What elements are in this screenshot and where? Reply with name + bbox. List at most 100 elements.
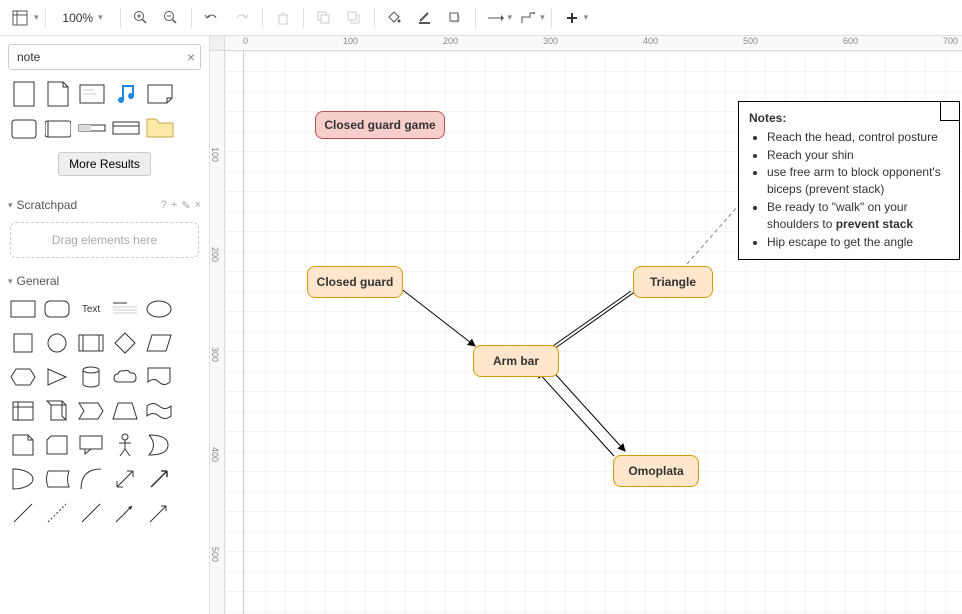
shape-scroll[interactable] <box>42 112 74 144</box>
zoom-out-button[interactable] <box>157 5 185 31</box>
gen-callout[interactable] <box>76 430 106 460</box>
gen-roundrect[interactable] <box>42 294 72 324</box>
to-front-button[interactable] <box>310 5 338 31</box>
node-omoplata[interactable]: Omoplata <box>613 455 699 487</box>
gen-blank5[interactable] <box>178 430 208 460</box>
scratchpad-dropzone[interactable]: Drag elements here <box>10 222 199 258</box>
ruler-corner <box>210 36 225 51</box>
zoom-select[interactable]: 100% ▾ <box>52 7 114 29</box>
caret-icon: ▾ <box>8 200 13 211</box>
gen-half-circle[interactable] <box>8 464 38 494</box>
connection-button[interactable] <box>482 5 510 31</box>
gen-square[interactable] <box>8 328 38 358</box>
note-item: use free arm to block opponent's biceps … <box>767 164 949 198</box>
general-header[interactable]: ▾ General <box>0 268 209 294</box>
scratchpad-title: Scratchpad <box>17 198 78 212</box>
gen-dashed-line[interactable] <box>42 498 72 528</box>
gen-blank4[interactable] <box>178 396 208 426</box>
gen-arrow[interactable] <box>144 464 174 494</box>
gen-document[interactable] <box>144 362 174 392</box>
node-armbar[interactable]: Arm bar <box>473 345 559 377</box>
gen-blank2[interactable] <box>178 328 208 358</box>
shape-music-note[interactable] <box>110 78 142 110</box>
view-button[interactable] <box>6 5 34 31</box>
gen-card[interactable] <box>42 430 72 460</box>
gen-blank3[interactable] <box>178 362 208 392</box>
toolbar: ▾ 100% ▾ ▾ ▾ <box>0 0 962 36</box>
scratchpad-edit-icon[interactable]: ✎ <box>181 199 190 212</box>
note-item: Reach the head, control posture <box>767 129 949 146</box>
search-shapes-grid <box>8 78 201 144</box>
scratchpad-header[interactable]: ▾ Scratchpad ? + ✎ × <box>0 192 209 218</box>
scratchpad-close-icon[interactable]: × <box>195 199 201 212</box>
gen-note[interactable] <box>8 430 38 460</box>
insert-button[interactable] <box>558 5 586 31</box>
shape-folder-note[interactable] <box>144 112 176 144</box>
gen-biarrow[interactable] <box>110 464 140 494</box>
gen-process[interactable] <box>76 328 106 358</box>
node-triangle[interactable]: Triangle <box>633 266 713 298</box>
gen-data[interactable] <box>42 464 72 494</box>
gen-arrow3[interactable] <box>144 498 174 528</box>
gen-trapezoid[interactable] <box>110 396 140 426</box>
notes-box[interactable]: Notes: Reach the head, control posture R… <box>738 101 960 260</box>
node-closed-guard[interactable]: Closed guard <box>307 266 403 298</box>
ruler-horizontal: 0 100 200 300 400 500 600 700 <box>225 36 962 51</box>
undo-button[interactable] <box>198 5 226 31</box>
notes-list: Reach the head, control posture Reach yo… <box>749 129 949 251</box>
gen-text[interactable]: Text <box>76 294 106 324</box>
shape-progress[interactable] <box>76 112 108 144</box>
canvas[interactable]: Closed guard game Closed guard Arm bar T… <box>225 51 962 614</box>
gen-cylinder[interactable] <box>76 362 106 392</box>
shape-card[interactable] <box>76 78 108 110</box>
gen-internal-storage[interactable] <box>8 396 38 426</box>
note-item: Be ready to "walk" on your shoulders to … <box>767 199 949 233</box>
shape-page-fold[interactable] <box>42 78 74 110</box>
shadow-button[interactable] <box>441 5 469 31</box>
gen-or[interactable] <box>144 430 174 460</box>
line-color-button[interactable] <box>411 5 439 31</box>
notes-title: Notes: <box>749 110 949 127</box>
gen-parallelogram[interactable] <box>144 328 174 358</box>
canvas-area: 0 100 200 300 400 500 600 700 100 200 30… <box>210 36 962 614</box>
gen-triangle[interactable] <box>42 362 72 392</box>
redo-button[interactable] <box>228 5 256 31</box>
gen-curve[interactable] <box>76 464 106 494</box>
gen-line2[interactable] <box>76 498 106 528</box>
general-shapes-grid: Text <box>8 294 201 528</box>
clear-search-icon[interactable]: × <box>187 49 195 65</box>
fill-color-button[interactable] <box>381 5 409 31</box>
gen-hexagon[interactable] <box>8 362 38 392</box>
gen-cube[interactable] <box>42 396 72 426</box>
shape-page[interactable] <box>8 78 40 110</box>
gen-diamond[interactable] <box>110 328 140 358</box>
gen-arrow2[interactable] <box>110 498 140 528</box>
gen-tape[interactable] <box>144 396 174 426</box>
gen-blank[interactable] <box>178 294 208 324</box>
ruler-vertical: 100 200 300 400 500 <box>210 51 225 614</box>
scratchpad-add-icon[interactable]: + <box>171 199 177 212</box>
gen-rect[interactable] <box>8 294 38 324</box>
shape-terminal[interactable] <box>110 112 142 144</box>
to-back-button[interactable] <box>340 5 368 31</box>
gen-line[interactable] <box>8 498 38 528</box>
more-results-button[interactable]: More Results <box>58 152 151 176</box>
gen-circle[interactable] <box>42 328 72 358</box>
zoom-in-button[interactable] <box>127 5 155 31</box>
gen-cloud[interactable] <box>110 362 140 392</box>
gen-step[interactable] <box>76 396 106 426</box>
gen-textbox[interactable] <box>110 294 140 324</box>
waypoints-button[interactable] <box>514 5 542 31</box>
shape-sticky[interactable] <box>144 78 176 110</box>
general-title: General <box>17 274 60 288</box>
delete-button[interactable] <box>269 5 297 31</box>
shape-scroll-2[interactable] <box>8 112 40 144</box>
zoom-value: 100% <box>62 11 93 25</box>
note-item: Reach your shin <box>767 147 949 164</box>
gen-blank6[interactable] <box>178 464 208 494</box>
scratchpad-help-icon[interactable]: ? <box>161 199 167 212</box>
gen-ellipse[interactable] <box>144 294 174 324</box>
node-title[interactable]: Closed guard game <box>315 111 445 139</box>
gen-actor[interactable] <box>110 430 140 460</box>
search-input[interactable] <box>8 44 201 70</box>
